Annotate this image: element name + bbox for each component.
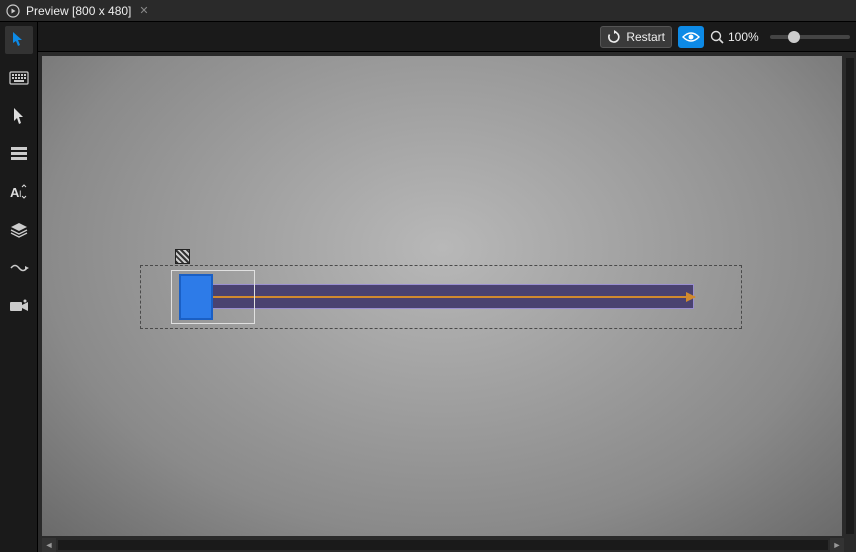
close-tab-button[interactable]: ✕ (139, 4, 148, 17)
preview-toolbar: Restart 100% (38, 22, 856, 52)
zoom-slider-thumb[interactable] (788, 31, 800, 43)
eye-icon (682, 31, 700, 43)
tool-pointer[interactable] (5, 102, 33, 130)
restart-button[interactable]: Restart (600, 26, 672, 48)
scrollbar-vertical[interactable] (844, 56, 856, 536)
tool-text[interactable]: AI (5, 178, 33, 206)
preview-canvas[interactable] (42, 56, 842, 536)
main-area: AI Restart 100% (0, 22, 856, 552)
titlebar: Preview [800 x 480] ✕ (0, 0, 856, 22)
scroll-left-icon[interactable]: ◄ (42, 538, 56, 552)
tool-transition[interactable] (5, 254, 33, 282)
restart-label: Restart (626, 30, 665, 44)
zoom-slider[interactable] (770, 35, 850, 39)
content-column: Restart 100% (38, 22, 856, 552)
scrollbar-h-track[interactable] (58, 540, 828, 550)
zoom-value: 100% (728, 30, 762, 44)
visibility-button[interactable] (678, 26, 704, 48)
tool-camera[interactable] (5, 292, 33, 320)
selection-bounds (171, 270, 255, 324)
motion-path-arrow (192, 296, 695, 298)
scrollbar-horizontal[interactable]: ◄ ► (42, 538, 844, 552)
scrollbar-v-track[interactable] (846, 58, 854, 534)
scroll-right-icon[interactable]: ► (830, 538, 844, 552)
tool-strip: AI (0, 22, 38, 552)
magnifier-icon (710, 30, 724, 44)
svg-text:I: I (19, 189, 22, 199)
zoom-control: 100% (710, 30, 850, 44)
tool-hand-pointer[interactable] (5, 26, 33, 54)
canvas-wrap: ◄ ► (38, 52, 856, 552)
tool-grid[interactable] (5, 140, 33, 168)
toolbar-right: Restart 100% (600, 26, 850, 48)
play-icon (6, 4, 20, 18)
transform-handle[interactable] (175, 249, 190, 264)
window-title: Preview [800 x 480] (26, 4, 131, 18)
tool-keyboard[interactable] (5, 64, 33, 92)
tool-layers[interactable] (5, 216, 33, 244)
restart-icon (607, 30, 621, 44)
